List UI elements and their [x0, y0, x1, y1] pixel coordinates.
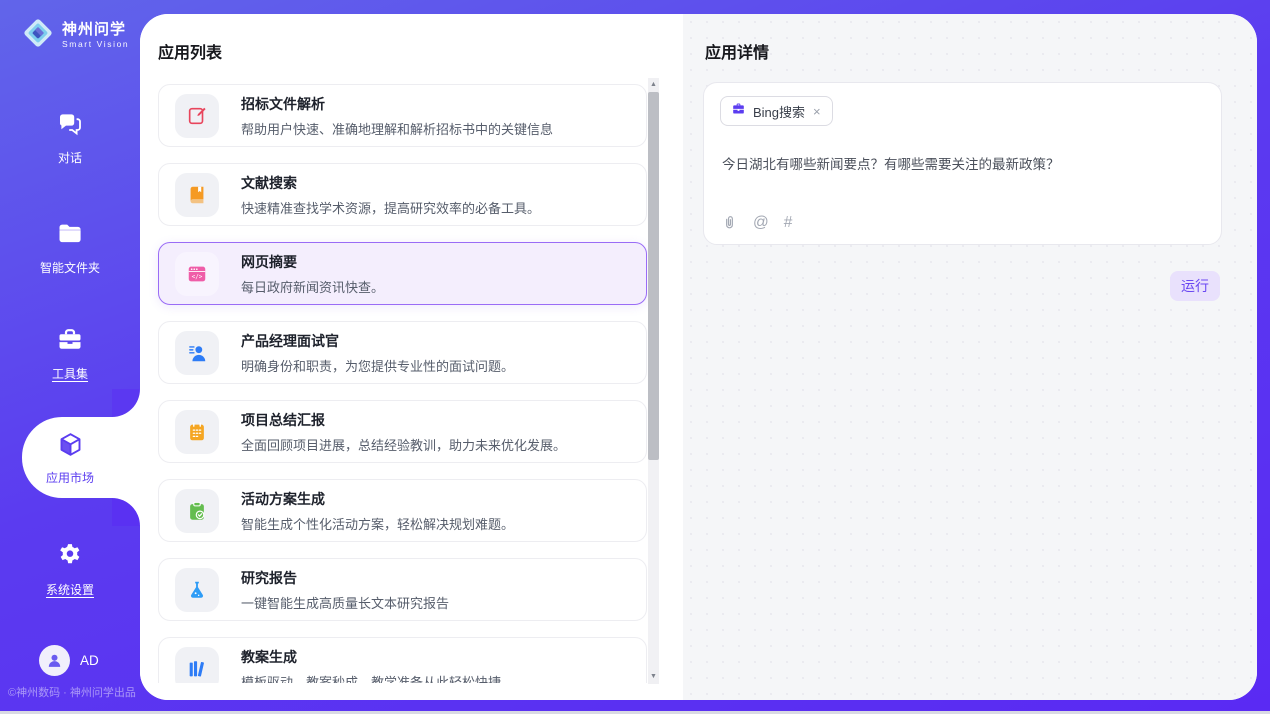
sidebar-item-smart-folder[interactable]: 智能文件夹: [0, 220, 140, 276]
sidebar-item-label: 对话: [58, 149, 82, 166]
app-card-desc: 一键智能生成高质量长文本研究报告: [241, 593, 449, 612]
app-card-lesson-plan[interactable]: 教案生成 模板驱动，教案秒成，教学准备从此轻松快捷: [158, 637, 647, 683]
book-icon: [175, 173, 219, 217]
user-account[interactable]: AD: [39, 645, 99, 676]
sidebar-item-label: 应用市场: [46, 469, 94, 486]
sidebar-item-label: 工具集: [52, 365, 88, 382]
app-card-bid-document-analysis[interactable]: 招标文件解析 帮助用户快速、准确地理解和解析招标书中的关键信息: [158, 84, 647, 147]
sidebar-item-toolbox[interactable]: 工具集: [0, 326, 140, 382]
app-card-research-report[interactable]: 研究报告 一键智能生成高质量长文本研究报告: [158, 558, 647, 621]
scrollbar-thumb[interactable]: [648, 92, 659, 460]
notepad-icon: [175, 410, 219, 454]
app-card-title: 项目总结汇报: [241, 410, 566, 430]
app-window: 神州问学 Smart Vision 对话 智能文件夹: [0, 0, 1270, 714]
paperclip-icon[interactable]: [721, 214, 738, 231]
sidebar-item-app-market[interactable]: 应用市场: [0, 431, 140, 486]
scrollbar[interactable]: ▲ ▼: [648, 78, 659, 684]
doc-edit-icon: [175, 94, 219, 138]
tool-chip-bing-search[interactable]: Bing搜索 ×: [720, 96, 833, 126]
sidebar-item-label: 智能文件夹: [40, 259, 100, 276]
run-button[interactable]: 运行: [1170, 271, 1220, 301]
diamond-logo-icon: [20, 15, 56, 56]
copyright-footer: ©神州数码 · 神州问学出品: [8, 684, 140, 700]
app-card-desc: 智能生成个性化活动方案，轻松解决规划难题。: [241, 514, 514, 533]
app-card-desc: 快速精准查找学术资源，提高研究效率的必备工具。: [241, 198, 540, 217]
app-card-desc: 明确身份和职责，为您提供专业性的面试问题。: [241, 356, 514, 375]
app-list-panel: 应用列表 招标文件解析 帮助用户快速、准确地理解和解析招标书中的关键信息: [140, 14, 683, 700]
app-card-title: 活动方案生成: [241, 489, 514, 509]
notch-curve-top: [112, 389, 140, 417]
app-detail-title: 应用详情: [705, 39, 769, 63]
app-card-desc: 帮助用户快速、准确地理解和解析招标书中的关键信息: [241, 119, 553, 138]
app-card-desc: 每日政府新闻资讯快查。: [241, 277, 384, 296]
app-card-title: 文献搜索: [241, 173, 540, 193]
app-list-scroll-area: 招标文件解析 帮助用户快速、准确地理解和解析招标书中的关键信息 文献搜索: [140, 80, 683, 683]
app-detail-panel: 应用详情 Bing搜索 × 今日湖北有哪些新闻要点？有哪些需要关注的最新政策？: [683, 14, 1257, 700]
app-card-event-plan[interactable]: 活动方案生成 智能生成个性化活动方案，轻松解决规划难题。: [158, 479, 647, 542]
app-card-pm-interviewer[interactable]: 产品经理面试官 明确身份和职责，为您提供专业性的面试问题。: [158, 321, 647, 384]
svg-text:</>: </>: [192, 273, 203, 280]
app-card-desc: 模板驱动，教案秒成，教学准备从此轻松快捷: [241, 672, 501, 684]
app-card-title: 产品经理面试官: [241, 331, 514, 351]
app-list-title: 应用列表: [158, 39, 222, 63]
interviewer-icon: [175, 331, 219, 375]
app-card-desc: 全面回顾项目进展，总结经验教训，助力未来优化发展。: [241, 435, 566, 454]
app-card-title: 研究报告: [241, 568, 449, 588]
cube-icon: [57, 431, 84, 463]
app-card-title: 教案生成: [241, 647, 501, 667]
app-card-title: 网页摘要: [241, 252, 384, 272]
briefcase-icon: [731, 101, 746, 121]
prompt-toolbar: @ #: [721, 214, 792, 231]
avatar: [39, 645, 70, 676]
at-mention-icon[interactable]: @: [753, 215, 769, 231]
sidebar-item-chat[interactable]: 对话: [0, 110, 140, 166]
app-card-web-summary[interactable]: </> 网页摘要 每日政府新闻资讯快查。: [158, 242, 647, 305]
sidebar: 神州问学 Smart Vision 对话 智能文件夹: [0, 0, 140, 711]
gear-icon: [56, 542, 84, 575]
close-icon[interactable]: ×: [812, 105, 822, 118]
user-name: AD: [80, 653, 99, 668]
app-card-literature-search[interactable]: 文献搜索 快速精准查找学术资源，提高研究效率的必备工具。: [158, 163, 647, 226]
tool-chip-label: Bing搜索: [753, 102, 805, 121]
toolbox-icon: [56, 326, 84, 359]
main-content: 应用列表 招标文件解析 帮助用户快速、准确地理解和解析招标书中的关键信息: [140, 14, 1257, 700]
app-card-title: 招标文件解析: [241, 94, 553, 114]
app-card-project-summary[interactable]: 项目总结汇报 全面回顾项目进展，总结经验教训，助力未来优化发展。: [158, 400, 647, 463]
scroll-up-arrow-icon[interactable]: ▲: [648, 78, 659, 92]
browser-code-icon: </>: [175, 252, 219, 296]
sidebar-item-label: 系统设置: [46, 581, 94, 598]
books-icon: [175, 647, 219, 684]
clipboard-check-icon: [175, 489, 219, 533]
prompt-input[interactable]: 今日湖北有哪些新闻要点？有哪些需要关注的最新政策？: [722, 153, 1205, 173]
research-report-icon: [175, 568, 219, 612]
notch-curve-bottom: [112, 498, 140, 526]
folder-icon: [56, 220, 84, 253]
logo-subtitle: Smart Vision: [62, 40, 129, 49]
logo-title: 神州问学: [62, 22, 129, 39]
app-logo: 神州问学 Smart Vision: [20, 15, 129, 56]
scroll-down-arrow-icon[interactable]: ▼: [648, 670, 659, 684]
sidebar-item-settings[interactable]: 系统设置: [0, 542, 140, 598]
hash-topic-icon[interactable]: #: [784, 215, 793, 231]
prompt-card: Bing搜索 × 今日湖北有哪些新闻要点？有哪些需要关注的最新政策？ @ #: [703, 82, 1222, 245]
chat-icon: [56, 110, 84, 143]
